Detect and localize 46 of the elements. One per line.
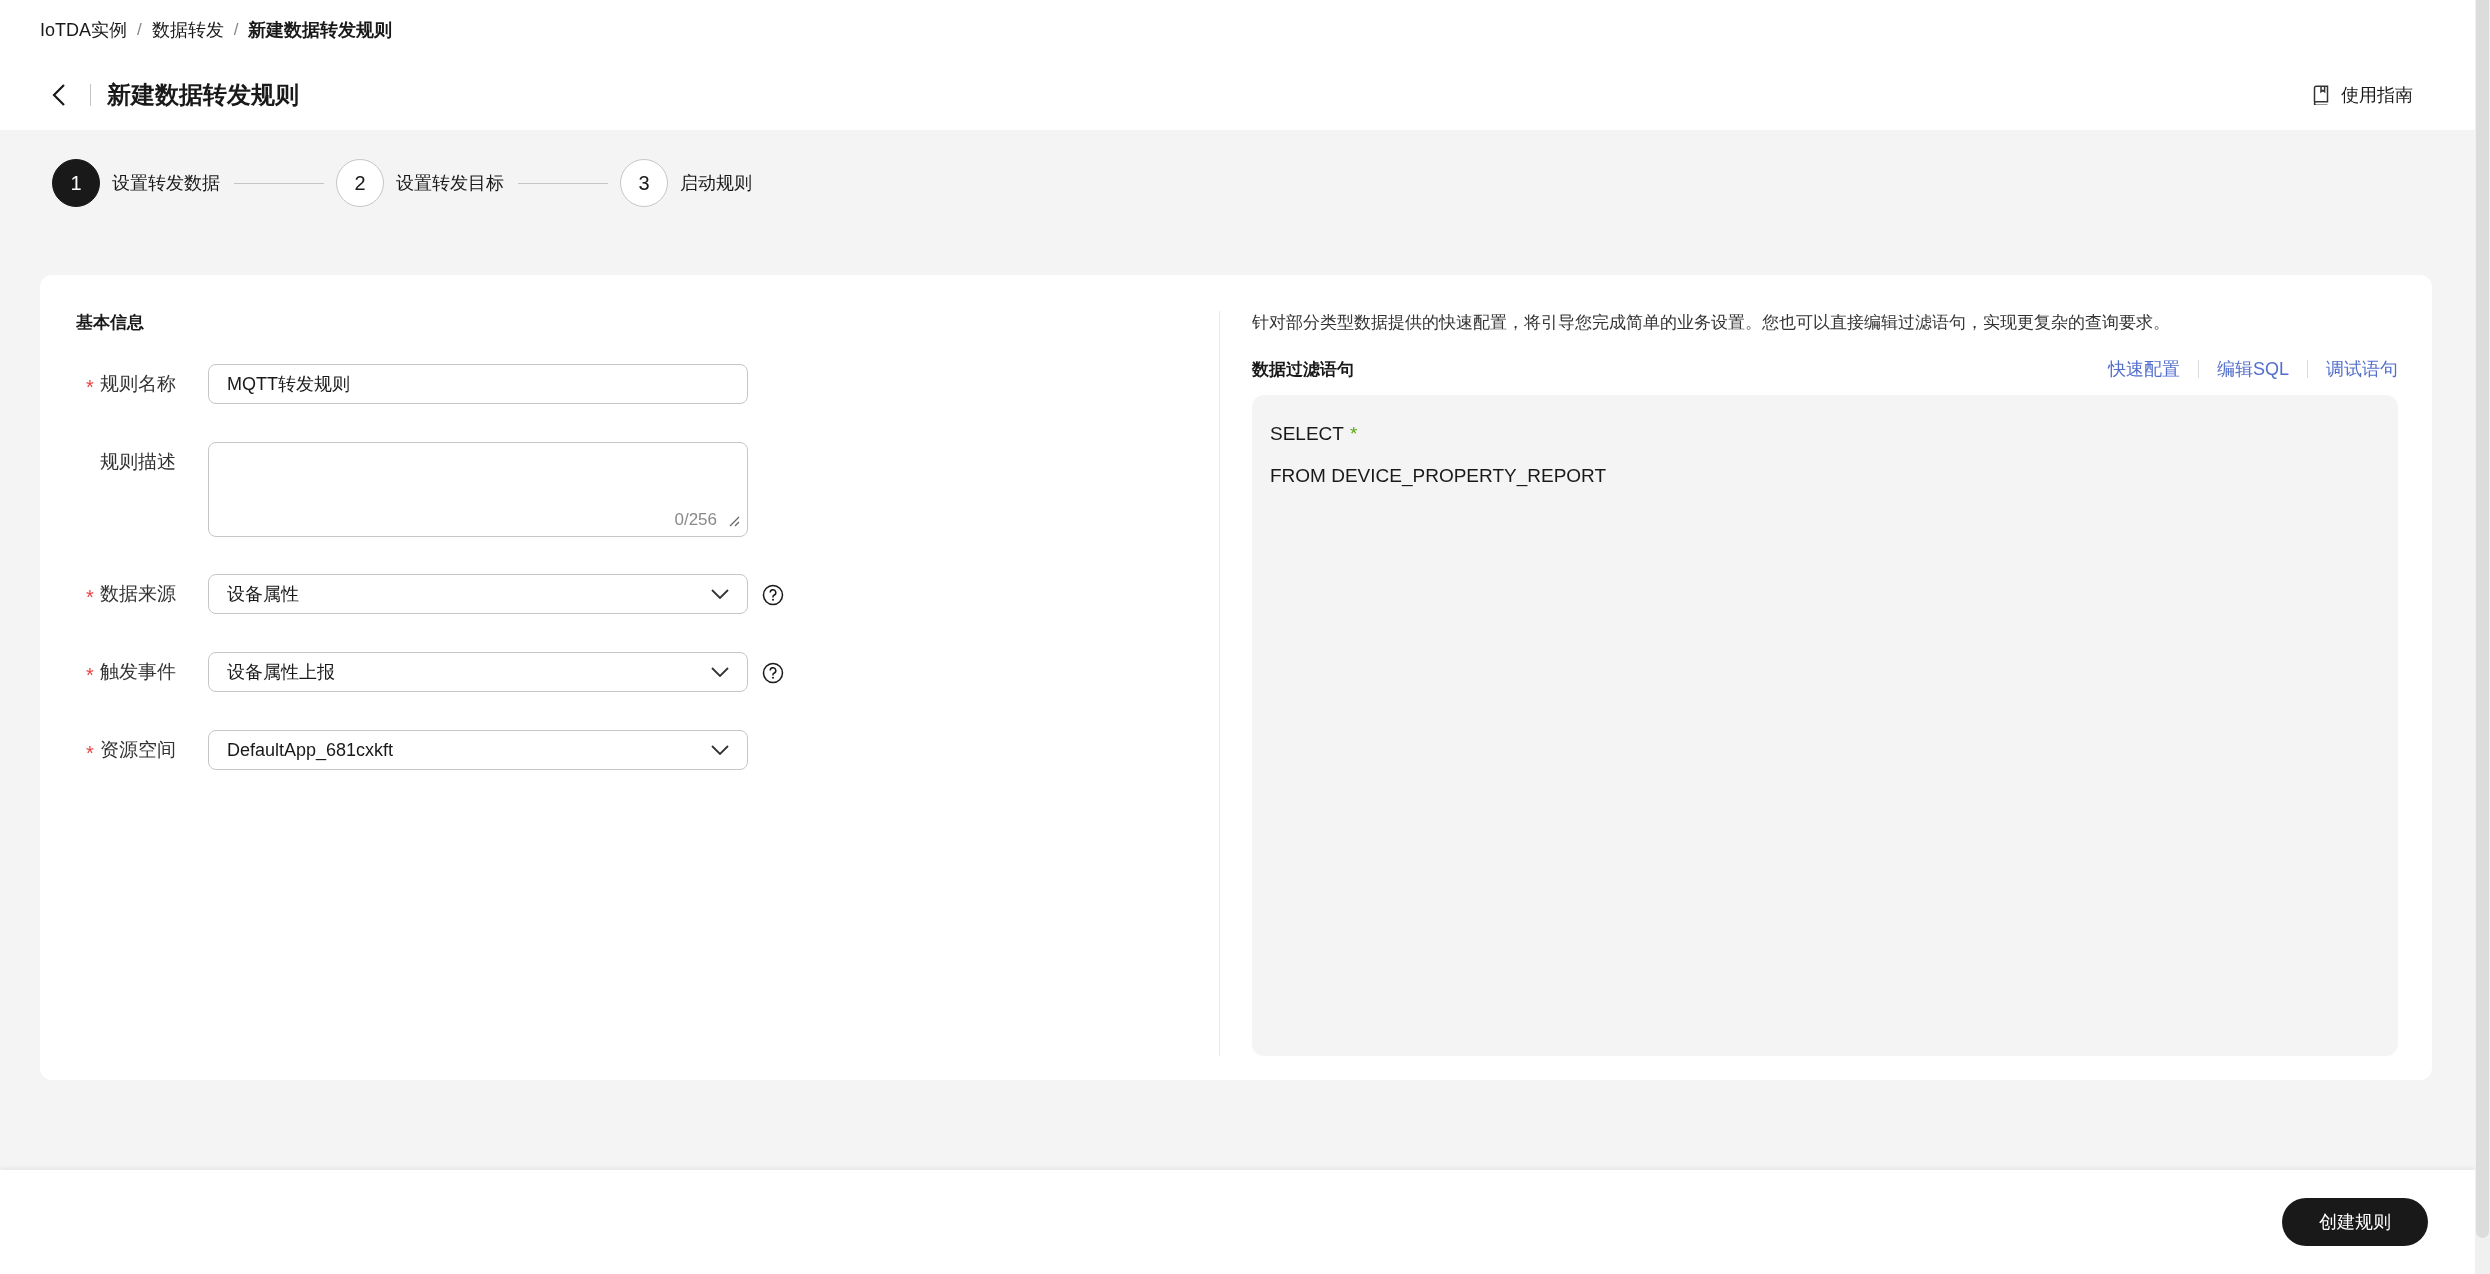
code-line: SELECT * [1270,422,1359,446]
scrollbar-thumb[interactable] [2476,0,2489,1238]
sql-editor[interactable]: SELECT * FROM DEVICE_PROPERTY_REPORT [1252,395,2398,1056]
step-label: 设置转发数据 [112,172,220,195]
rule-name-input[interactable]: MQTT转发规则 [208,364,748,404]
chevron-down-icon [711,589,729,599]
required-asterisk: * [86,741,95,763]
section-title: 数据过滤语句 [1252,358,1354,381]
user-guide-link[interactable]: 使用指南 [2313,83,2413,107]
book-icon [2313,85,2329,105]
dropdown-select[interactable]: DefaultApp_681cxkft [208,730,748,770]
breadcrumb-item[interactable]: 数据转发 [151,18,224,42]
resize-handle-icon[interactable] [729,516,740,527]
action-link[interactable]: 调试语句 [2326,357,2398,381]
code-line: FROM DEVICE_PROPERTY_REPORT [1270,464,1608,489]
step-number: 2 [336,159,384,207]
help-icon[interactable] [762,584,784,606]
description-textarea[interactable]: 0/256 [208,442,748,537]
action-link[interactable]: 快速配置 [2107,357,2180,381]
field-label: 资源空间 [100,738,176,762]
dropdown-select[interactable]: 设备属性 [208,574,748,614]
breadcrumb-separator: / [137,20,142,40]
field-label: 规则名称 [100,372,176,396]
filter-description: 针对部分类型数据提供的快速配置，将引导您完成简单的业务设置。您也可以直接编辑过滤语句，实现更复杂的查询要求。 [1252,312,2171,334]
required-asterisk: * [86,375,95,397]
required-asterisk: * [86,663,95,685]
required-asterisk: * [86,585,95,607]
breadcrumb-item: 新建数据转发规则 [248,19,393,42]
field-label: 规则描述 [100,450,176,474]
help-icon[interactable] [762,662,784,684]
step-label: 启动规则 [680,172,752,195]
step-label: 设置转发目标 [396,172,504,195]
page-title: 新建数据转发规则 [107,80,300,110]
step-number: 1 [52,159,100,207]
field-label: 触发事件 [100,660,176,684]
chevron-down-icon [711,667,729,677]
breadcrumb-separator: / [233,20,239,40]
action-link[interactable]: 编辑SQL [2216,357,2289,381]
chevron-down-icon [711,745,729,755]
character-counter: 0/256 [674,510,717,530]
breadcrumb-item[interactable]: IoTDA实例 [40,18,127,42]
create-rule-button[interactable]: 创建规则 [2282,1198,2428,1246]
step-number: 3 [620,159,668,207]
dropdown-select[interactable]: 设备属性上报 [208,652,748,692]
field-label: 数据来源 [100,582,176,606]
section-title: 基本信息 [76,312,145,334]
